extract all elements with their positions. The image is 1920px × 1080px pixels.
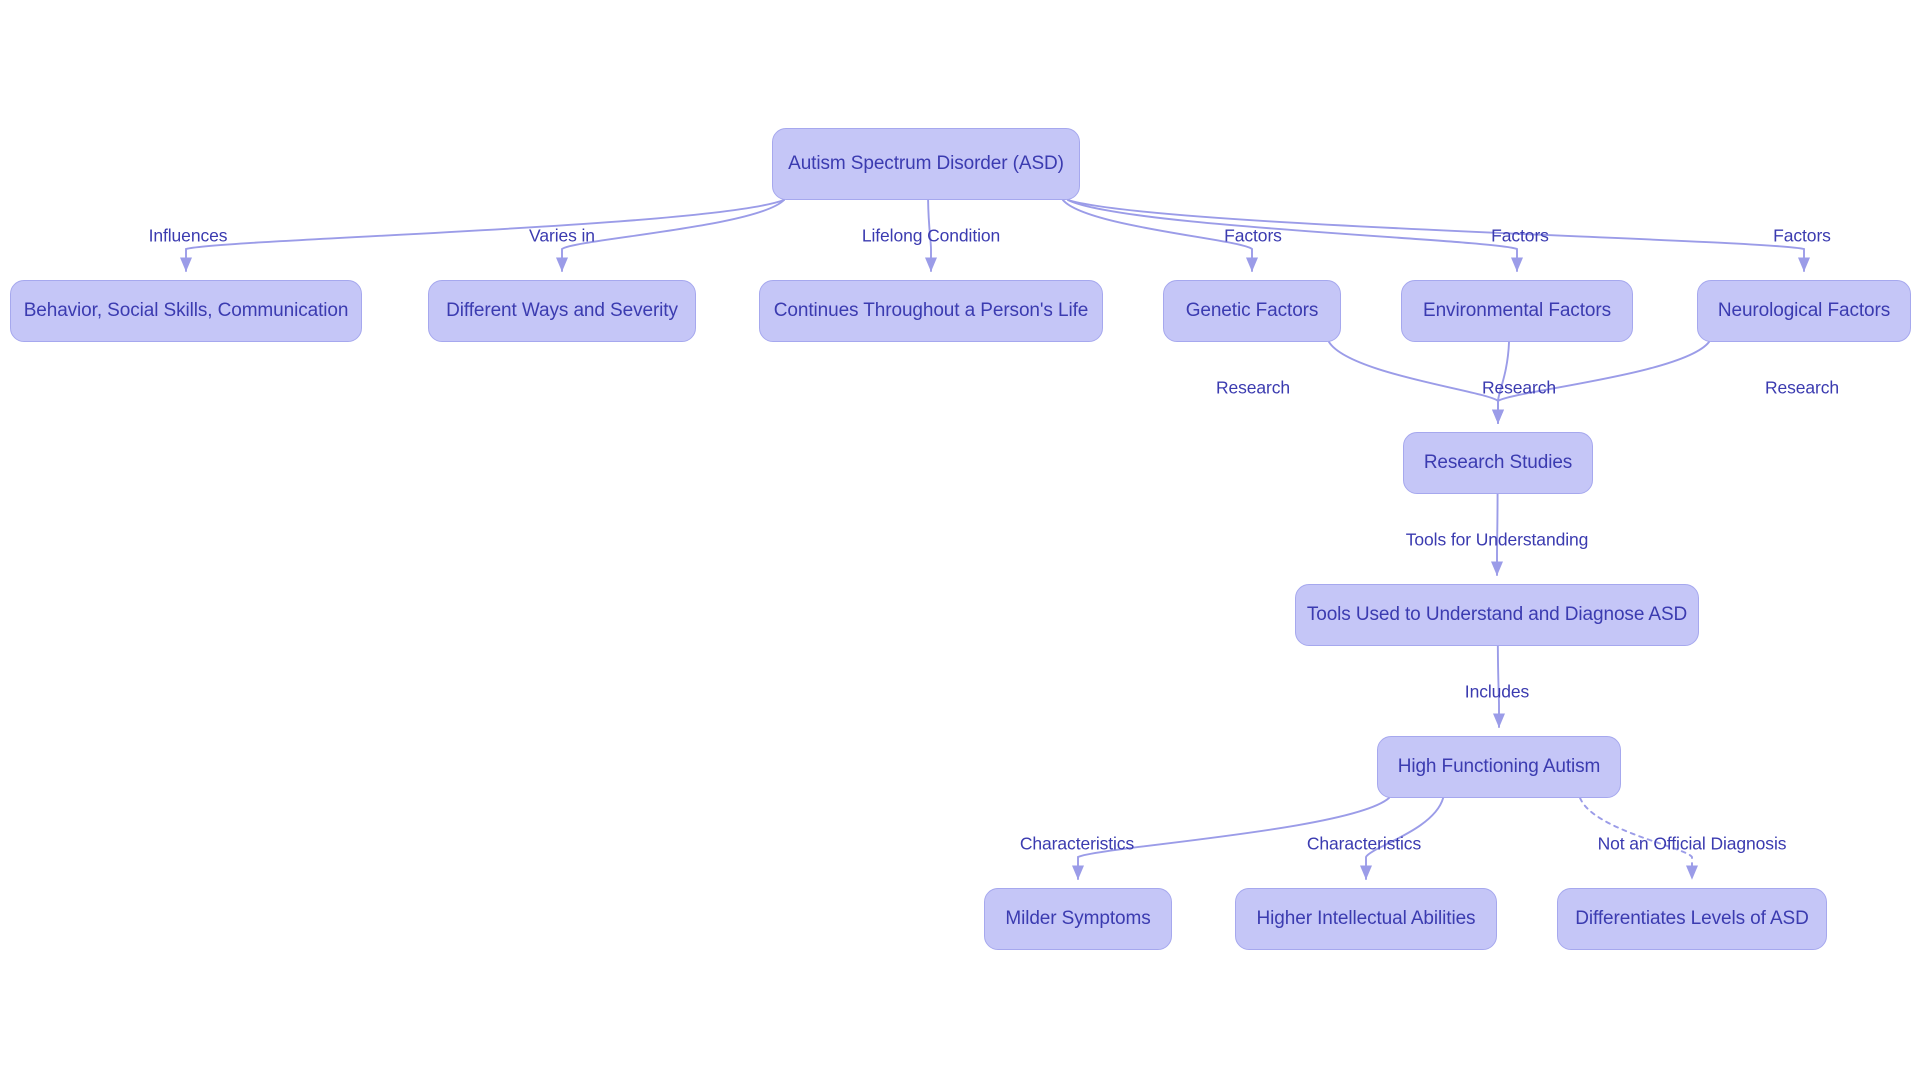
node-higher[interactable]: Higher Intellectual Abilities [1235, 888, 1497, 950]
node-tools[interactable]: Tools Used to Understand and Diagnose AS… [1295, 584, 1699, 646]
node-varies[interactable]: Different Ways and Severity [428, 280, 696, 342]
node-hfa[interactable]: High Functioning Autism [1377, 736, 1621, 798]
edge-asd-to-behavior [179, 199, 785, 272]
node-label: Neurological Factors [1717, 300, 1891, 322]
edge-hfa-to-differentiates [1579, 797, 1699, 880]
edge-asd-to-varies [555, 199, 785, 272]
node-environmental[interactable]: Environmental Factors [1401, 280, 1633, 342]
edge-asd-to-lifelong [924, 199, 938, 272]
edge-genetic-to-research [1328, 341, 1505, 424]
edge-neurological-to-research [1491, 341, 1710, 424]
node-research[interactable]: Research Studies [1403, 432, 1593, 494]
node-label: Milder Symptoms [1005, 908, 1151, 930]
node-asd[interactable]: Autism Spectrum Disorder (ASD) [772, 128, 1080, 200]
edge-asd-to-neurological [1067, 199, 1811, 272]
node-label: High Functioning Autism [1397, 756, 1601, 778]
node-milder[interactable]: Milder Symptoms [984, 888, 1172, 950]
edge-hfa-to-higher [1359, 797, 1445, 880]
edge-hfa-to-milder [1071, 797, 1390, 880]
node-label: Differentiates Levels of ASD [1575, 908, 1809, 930]
node-label: Higher Intellectual Abilities [1256, 908, 1476, 930]
edge-research-to-tools [1490, 493, 1504, 576]
node-label: Genetic Factors [1185, 300, 1319, 322]
node-label: Research Studies [1423, 452, 1573, 474]
node-label: Environmental Factors [1423, 300, 1611, 322]
node-label: Behavior, Social Skills, Communication [23, 300, 349, 322]
node-lifelong[interactable]: Continues Throughout a Person's Life [759, 280, 1103, 342]
edge-environmental-to-research [1491, 341, 1510, 424]
edge-asd-to-genetic [1061, 199, 1259, 272]
node-differentiates[interactable]: Differentiates Levels of ASD [1557, 888, 1827, 950]
node-label: Autism Spectrum Disorder (ASD) [788, 153, 1064, 175]
flowchart-canvas: Autism Spectrum Disorder (ASD) Behavior, … [0, 0, 1920, 1080]
node-neurological[interactable]: Neurological Factors [1697, 280, 1911, 342]
node-label: Different Ways and Severity [446, 300, 678, 322]
node-behavior[interactable]: Behavior, Social Skills, Communication [10, 280, 362, 342]
edge-tools-to-hfa [1492, 645, 1506, 728]
node-genetic[interactable]: Genetic Factors [1163, 280, 1341, 342]
node-label: Continues Throughout a Person's Life [773, 300, 1089, 322]
node-label: Tools Used to Understand and Diagnose AS… [1306, 604, 1688, 626]
